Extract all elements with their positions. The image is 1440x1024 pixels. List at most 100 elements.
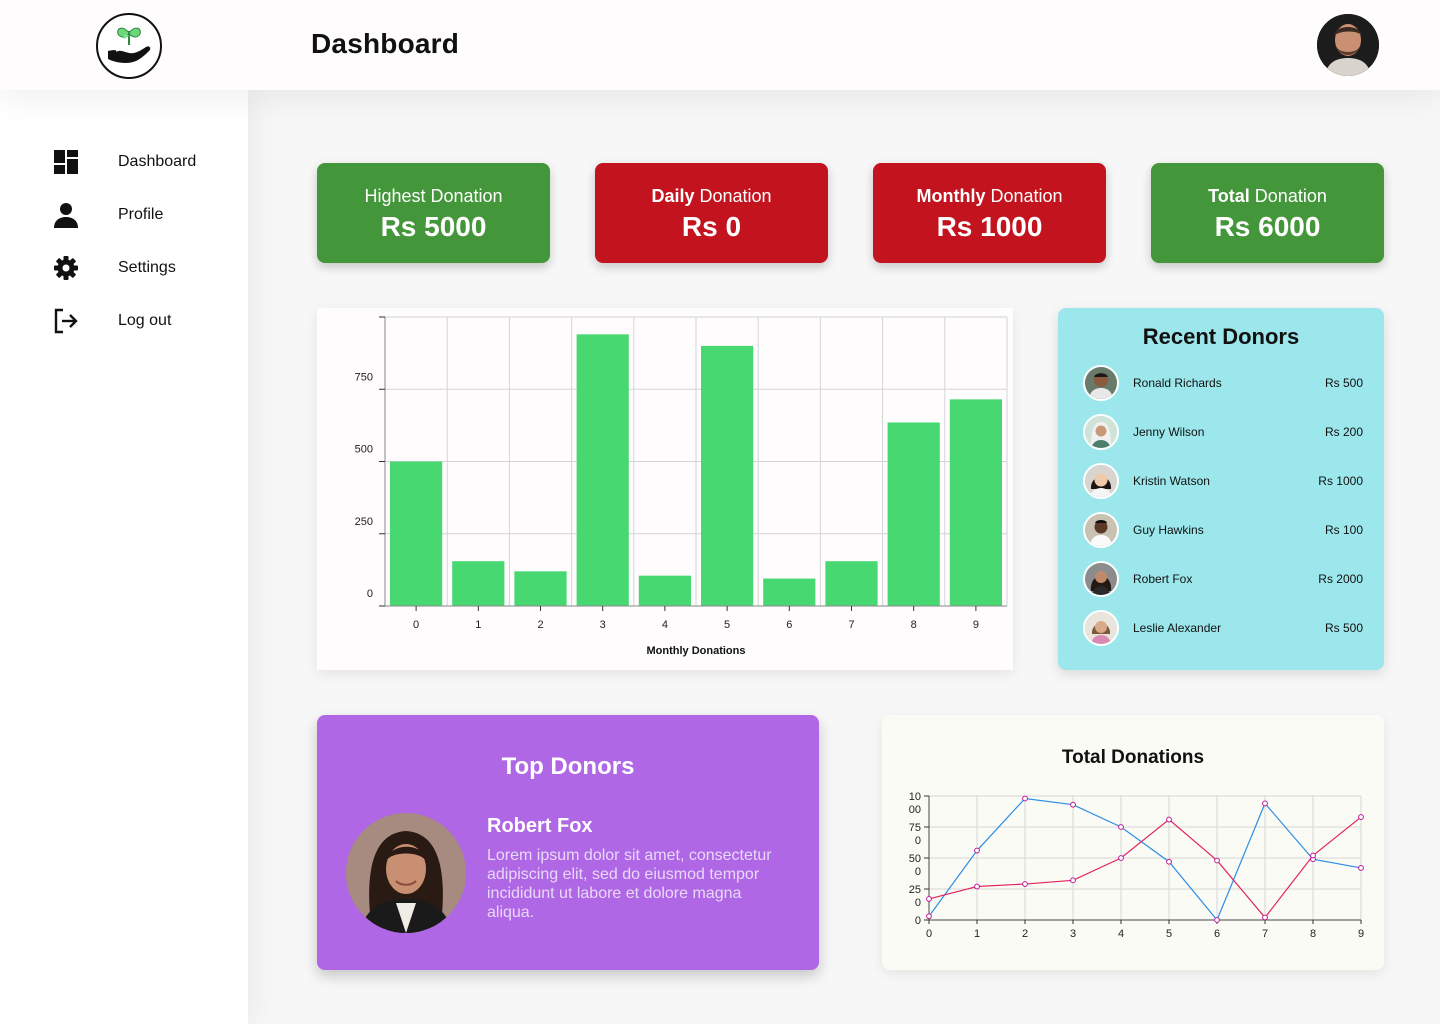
stat-card-monthly-donation: Monthly Donation Rs 1000	[873, 163, 1106, 263]
gear-icon	[52, 254, 80, 282]
bar-x-tick-label: 3	[600, 619, 606, 631]
bar-y-tick-label: 1000	[349, 308, 373, 311]
sidebar-item-label: Log out	[118, 312, 172, 329]
line-y-tick-label: 00	[909, 804, 921, 816]
bar-y-tick-label: 500	[355, 444, 373, 456]
sidebar-item-label: Settings	[118, 259, 176, 276]
bar-mark	[390, 461, 443, 606]
dashboard-icon	[52, 148, 80, 176]
stat-title-bold: Total	[1208, 186, 1250, 206]
stat-title-bold: Daily	[651, 186, 695, 206]
donor-avatar	[1083, 414, 1119, 450]
line-point	[926, 896, 932, 902]
donor-amount: Rs 100	[1324, 523, 1363, 537]
stat-value: Rs 6000	[1214, 211, 1321, 242]
line-x-tick-label: 0	[926, 928, 932, 940]
line-point	[1166, 858, 1172, 865]
line-point	[974, 883, 980, 890]
app-logo[interactable]	[96, 13, 162, 79]
bar-mark	[763, 578, 816, 606]
line-point	[1118, 855, 1124, 861]
donor-name: Leslie Alexander	[1133, 621, 1222, 635]
stat-card-highest-donation: Highest Donation Rs 5000	[317, 163, 550, 263]
bar-mark	[576, 334, 629, 606]
hand-sprout-icon	[108, 27, 151, 63]
sidebar-item-dashboard[interactable]: Dashboard	[52, 147, 196, 177]
line-x-tick-label: 9	[1358, 928, 1364, 940]
bar-x-tick-label: 4	[662, 619, 668, 631]
bar-x-tick-label: 2	[537, 619, 543, 631]
sidebar-item-settings[interactable]: Settings	[52, 253, 176, 283]
stat-card-total-donation: Total Donation Rs 6000	[1151, 163, 1384, 263]
donor-name: Jenny Wilson	[1133, 425, 1205, 439]
sidebar-item-label: Dashboard	[118, 153, 197, 170]
donor-row[interactable]: Kristin Watson Rs 1000	[1083, 463, 1363, 499]
donor-name: Ronald Richards	[1133, 376, 1222, 390]
line-y-tick-label: 0	[915, 835, 921, 847]
line-y-tick-label: 0	[915, 866, 921, 878]
line-x-tick-label: 7	[1262, 928, 1268, 940]
donor-row[interactable]: Guy Hawkins Rs 100	[1083, 512, 1363, 548]
total-donations-chart-card: Total Donations 0 25 0 50 0 75 0 10 00 0 1 2 3 4 5 6 7 8 9	[882, 715, 1384, 970]
bar-mark	[638, 575, 691, 606]
line-x-tick-label: 2	[1022, 928, 1028, 940]
line-point	[926, 913, 932, 920]
line-point	[1310, 852, 1316, 859]
donor-row[interactable]: Leslie Alexander Rs 500	[1083, 610, 1363, 646]
sidebar: Dashboard Profile Settings Log out	[0, 90, 248, 1024]
line-point	[1022, 795, 1028, 802]
donor-row[interactable]: Jenny Wilson Rs 200	[1083, 414, 1363, 450]
donor-avatar	[1083, 561, 1119, 597]
sidebar-item-profile[interactable]: Profile	[52, 200, 163, 230]
sidebar-item-logout[interactable]: Log out	[52, 306, 171, 336]
stat-title: Donation	[694, 186, 772, 206]
logout-icon	[52, 307, 80, 335]
top-donor-description: Lorem ipsum dolor sit amet, consectetur …	[487, 847, 772, 921]
line-point	[1358, 865, 1364, 871]
line-point	[1214, 857, 1220, 864]
top-donors-card: Top Donors Robert Fox Lorem ipsum dolor …	[317, 715, 819, 970]
bar-x-axis-label: Monthly Donations	[647, 645, 746, 657]
bar-y-tick-label: 750	[355, 371, 373, 383]
bar-mark	[887, 422, 940, 606]
stat-title-bold: Monthly	[916, 186, 986, 206]
top-donors-title: Top Donors	[501, 753, 635, 780]
recent-donors-title: Recent Donors	[1142, 324, 1300, 349]
donor-amount: Rs 1000	[1318, 474, 1363, 488]
donor-avatar	[1083, 365, 1119, 401]
stat-value: Rs 1000	[936, 211, 1043, 242]
bar-x-tick-label: 8	[911, 619, 917, 631]
user-avatar[interactable]	[1317, 14, 1379, 76]
bar-x-tick-label: 7	[848, 619, 854, 631]
donor-row[interactable]: Robert Fox Rs 2000	[1083, 561, 1363, 597]
line-x-tick-label: 3	[1070, 928, 1076, 940]
donor-name: Robert Fox	[1133, 572, 1193, 586]
line-point	[1070, 801, 1076, 808]
donor-amount: Rs 2000	[1318, 572, 1363, 586]
line-x-tick-label: 5	[1166, 928, 1172, 940]
line-point	[1166, 816, 1172, 823]
line-point	[1262, 914, 1268, 921]
donor-avatar	[1083, 512, 1119, 548]
sidebar-item-label: Profile	[118, 206, 164, 223]
line-point	[1358, 814, 1364, 820]
donor-row[interactable]: Ronald Richards Rs 500	[1083, 365, 1363, 401]
top-header: Dashboard	[0, 0, 1440, 90]
top-donor-photo	[346, 813, 466, 933]
donor-avatar	[1083, 463, 1119, 499]
line-y-tick-label: 50	[909, 853, 921, 865]
stat-card-daily-donation: Daily Donation Rs 0	[595, 163, 828, 263]
avatar-image	[1317, 14, 1379, 76]
donor-name: Kristin Watson	[1133, 474, 1210, 488]
donor-name: Guy Hawkins	[1133, 523, 1204, 537]
bar-mark	[514, 571, 567, 606]
line-x-tick-label: 4	[1118, 928, 1124, 940]
line-y-tick-label: 0	[915, 915, 921, 927]
line-point	[1262, 800, 1268, 807]
stat-value: Rs 0	[681, 211, 742, 242]
stat-title: Donation	[985, 186, 1063, 206]
line-x-tick-label: 8	[1310, 928, 1316, 940]
bar-mark	[452, 561, 505, 606]
bar-mark	[949, 399, 1002, 606]
line-point	[1022, 881, 1028, 887]
